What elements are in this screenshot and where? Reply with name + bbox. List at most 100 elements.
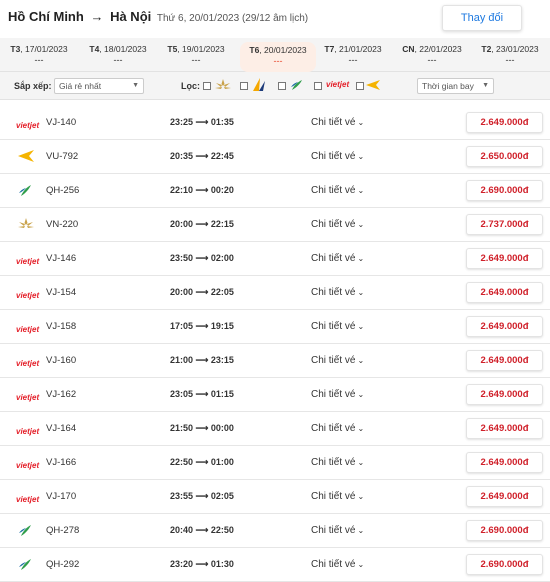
sort-select[interactable]: Giá rẻ nhất ▼ (54, 78, 144, 94)
price-button[interactable]: 2.737.000đ (466, 214, 543, 235)
change-search-button[interactable]: Thay đổi (442, 5, 522, 31)
route-arrow: → (90, 9, 104, 24)
chevron-down-icon: ⌄ (357, 186, 365, 195)
vietjet-logo-icon: vietjet (16, 359, 40, 368)
airline-logo: vietjet (16, 319, 40, 334)
ticket-detail-link[interactable]: Chi tiết vé ⌄ (311, 151, 364, 162)
date-tab-price: --- (191, 55, 201, 65)
price-button[interactable]: 2.649.000đ (466, 350, 543, 371)
date-tab[interactable]: CN, 22/01/2023 --- (393, 38, 471, 72)
date-tab-label: T3, 17/01/2023 (0, 44, 78, 54)
ticket-detail-link[interactable]: Chi tiết vé ⌄ (311, 185, 364, 196)
ticket-detail-label: Chi tiết vé (311, 559, 356, 570)
origin-city: Hồ Chí Minh (8, 9, 84, 24)
ticket-detail-label: Chi tiết vé (311, 253, 356, 264)
flight-row: QH-256 22:10 ⟶ 00:20 Chi tiết vé ⌄ 2.690.000… (0, 174, 550, 208)
filter-vietravel-checkbox[interactable] (240, 82, 248, 90)
chevron-down-icon: ⌄ (357, 458, 365, 467)
filter-vietjet-checkbox[interactable] (314, 82, 322, 90)
date-tab[interactable]: T2, 23/01/2023 --- (471, 38, 549, 72)
ticket-detail-link[interactable]: Chi tiết vé ⌄ (311, 321, 364, 332)
airline-logo (16, 183, 38, 197)
ticket-detail-link[interactable]: Chi tiết vé ⌄ (311, 287, 364, 298)
vietjet-logo-icon: vietjet (16, 427, 40, 436)
price-button[interactable]: 2.650.000đ (466, 146, 543, 167)
price-button[interactable]: 2.649.000đ (466, 384, 543, 405)
airline-logo: vietjet (16, 115, 39, 130)
ticket-detail-label: Chi tiết vé (311, 389, 356, 400)
ticket-detail-link[interactable]: Chi tiết vé ⌄ (311, 559, 364, 570)
ticket-detail-link[interactable]: Chi tiết vé ⌄ (311, 355, 364, 366)
flight-row: vietjet VJ-154 20:00 ⟶ 22:05 Chi tiết vé ⌄ 2.… (0, 276, 550, 310)
filter-pacific-checkbox[interactable] (356, 82, 364, 90)
flight-time: 21:50 ⟶ 00:00 (170, 423, 234, 433)
day-of-week: T7 (324, 44, 335, 54)
vietravel-airlines-logo-icon (253, 78, 265, 91)
flight-row: QH-292 23:20 ⟶ 01:30 Chi tiết vé ⌄ 2.690.000… (0, 548, 550, 582)
flight-code: VU-792 (46, 151, 79, 162)
chevron-down-icon: ⌄ (357, 118, 365, 127)
filter-bamboo-checkbox[interactable] (278, 82, 286, 90)
bamboo-airways-logo-icon (19, 525, 31, 536)
vietjet-logo-icon: vietjet (16, 495, 40, 504)
flight-time: 20:35 ⟶ 22:45 (170, 151, 234, 161)
ticket-detail-link[interactable]: Chi tiết vé ⌄ (311, 219, 364, 230)
date-value: , 22/01/2023 (414, 44, 462, 54)
filter-vietnam-checkbox[interactable] (203, 82, 211, 90)
airline-logo: vietjet (16, 251, 39, 266)
ticket-detail-label: Chi tiết vé (311, 321, 356, 332)
price-button[interactable]: 2.649.000đ (466, 418, 543, 439)
date-tab-label: T6, 20/01/2023 (240, 45, 316, 55)
ticket-detail-label: Chi tiết vé (311, 457, 356, 468)
date-tab[interactable]: T6, 20/01/2023 --- (240, 42, 316, 72)
chevron-down-icon: ⌄ (357, 492, 365, 501)
price-button[interactable]: 2.649.000đ (466, 248, 543, 269)
pacific-airlines-logo-icon (366, 80, 380, 90)
ticket-detail-link[interactable]: Chi tiết vé ⌄ (311, 423, 364, 434)
flight-time-select[interactable]: Thời gian bay ▼ (417, 78, 494, 94)
ticket-detail-link[interactable]: Chi tiết vé ⌄ (311, 491, 364, 502)
price-button[interactable]: 2.649.000đ (466, 112, 543, 133)
date-tab[interactable]: T4, 18/01/2023 --- (79, 38, 157, 72)
date-tab[interactable]: T5, 19/01/2023 --- (157, 38, 235, 72)
chevron-down-icon: ⌄ (357, 288, 365, 297)
date-tab[interactable]: T3, 17/01/2023 --- (0, 38, 78, 72)
vietnam-airlines-logo-icon (18, 218, 34, 228)
flight-code: QH-278 (46, 525, 80, 536)
price-button[interactable]: 2.649.000đ (466, 486, 543, 507)
ticket-detail-link[interactable]: Chi tiết vé ⌄ (311, 525, 364, 536)
vietjet-logo-icon: vietjet (16, 461, 40, 470)
vietjet-logo-icon: vietjet (16, 325, 40, 334)
date-tab-label: T2, 23/01/2023 (471, 44, 549, 54)
date-tab-label: CN, 22/01/2023 (393, 44, 471, 54)
day-of-week: CN (402, 44, 415, 54)
date-tab-price: --- (348, 55, 358, 65)
price-button[interactable]: 2.690.000đ (466, 180, 543, 201)
price-button[interactable]: 2.649.000đ (466, 452, 543, 473)
chevron-down-icon: ⌄ (357, 356, 365, 365)
flight-code: VJ-154 (46, 287, 77, 298)
chevron-down-icon: ▼ (132, 82, 139, 89)
date-tab[interactable]: T7, 21/01/2023 --- (314, 38, 392, 72)
date-tab-label: T4, 18/01/2023 (79, 44, 157, 54)
destination-city: Hà Nội (110, 9, 152, 24)
bamboo-airways-logo-icon (291, 80, 302, 90)
day-of-week: T2 (481, 44, 492, 54)
flight-code: VN-220 (46, 219, 79, 230)
flight-code: VJ-140 (46, 117, 77, 128)
flight-time: 23:25 ⟶ 01:35 (170, 117, 234, 127)
ticket-detail-link[interactable]: Chi tiết vé ⌄ (311, 457, 364, 468)
ticket-detail-link[interactable]: Chi tiết vé ⌄ (311, 117, 364, 128)
price-button[interactable]: 2.649.000đ (466, 282, 543, 303)
filter-bar: Sắp xếp: Giá rẻ nhất ▼ Lọc: vietjet Thời… (0, 72, 550, 100)
flight-code: VJ-166 (46, 457, 77, 468)
flight-time: 20:00 ⟶ 22:05 (170, 287, 234, 297)
flight-time: 22:10 ⟶ 00:20 (170, 185, 234, 195)
price-button[interactable]: 2.649.000đ (466, 316, 543, 337)
date-tab-price: --- (273, 56, 283, 66)
ticket-detail-link[interactable]: Chi tiết vé ⌄ (311, 253, 364, 264)
price-button[interactable]: 2.690.000đ (466, 520, 543, 541)
ticket-detail-link[interactable]: Chi tiết vé ⌄ (311, 389, 364, 400)
price-button[interactable]: 2.690.000đ (466, 554, 543, 575)
flight-row: vietjet VJ-166 22:50 ⟶ 01:00 Chi tiết vé ⌄ 2.… (0, 446, 550, 480)
